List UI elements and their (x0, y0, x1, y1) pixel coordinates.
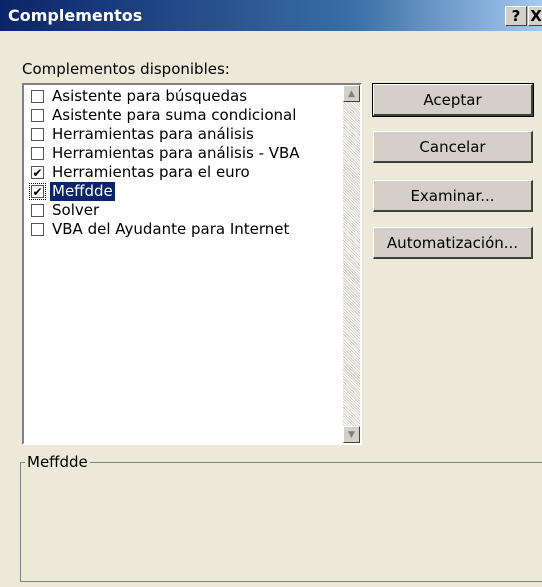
addins-listbox[interactable]: Asistente para búsquedas Asistente para s… (22, 83, 362, 445)
addin-checkbox[interactable] (31, 90, 44, 103)
checkmark-icon: ✔ (32, 184, 43, 199)
accept-button[interactable]: Aceptar (372, 83, 534, 117)
vertical-scrollbar[interactable]: ▲ ▼ (343, 85, 360, 443)
arrow-down-icon: ▼ (348, 429, 355, 440)
addin-checkbox[interactable]: ✔ (31, 166, 44, 179)
description-title: Meffdde (25, 453, 90, 471)
addin-label: VBA del Ayudante para Internet (52, 220, 290, 238)
addin-item[interactable]: Asistente para suma condicional (26, 106, 336, 125)
addin-label: Meffdde (50, 182, 115, 201)
checkmark-icon: ✔ (32, 165, 43, 180)
automation-button[interactable]: Automatización... (373, 227, 533, 259)
addin-checkbox[interactable] (31, 147, 44, 160)
window-title: Complementos (8, 6, 143, 25)
addin-label: Herramientas para análisis - VBA (52, 144, 300, 162)
addin-item[interactable]: Herramientas para análisis - VBA (26, 144, 336, 163)
cancel-button[interactable]: Cancelar (373, 131, 533, 163)
close-button[interactable]: X (528, 6, 542, 26)
browse-button[interactable]: Examinar... (373, 180, 533, 212)
available-addins-label: Complementos disponibles: (22, 60, 230, 78)
addin-label: Asistente para suma condicional (52, 106, 297, 124)
scroll-up-button[interactable]: ▲ (343, 85, 360, 102)
scroll-down-button[interactable]: ▼ (343, 426, 360, 443)
addins-list: Asistente para búsquedas Asistente para s… (26, 87, 336, 239)
arrow-up-icon: ▲ (348, 88, 355, 99)
title-bar[interactable]: Complementos ? X (0, 0, 542, 31)
addin-item[interactable]: ✔ Herramientas para el euro (26, 163, 336, 182)
addin-checkbox[interactable] (31, 223, 44, 236)
addin-checkbox[interactable] (31, 128, 44, 141)
addin-label: Herramientas para análisis (52, 125, 254, 143)
description-groupbox: Meffdde (20, 453, 542, 582)
addin-label: Asistente para búsquedas (52, 87, 248, 105)
addin-item[interactable]: Asistente para búsquedas (26, 87, 336, 106)
addin-item[interactable]: VBA del Ayudante para Internet (26, 220, 336, 239)
addin-item[interactable]: Solver (26, 201, 336, 220)
addin-label: Solver (52, 201, 100, 219)
addin-item[interactable]: ✔ Meffdde (26, 182, 336, 201)
addin-checkbox[interactable]: ✔ (29, 183, 46, 200)
addin-label: Herramientas para el euro (52, 163, 250, 181)
addin-checkbox[interactable] (31, 109, 44, 122)
addin-checkbox[interactable] (31, 204, 44, 217)
addin-item[interactable]: Herramientas para análisis (26, 125, 336, 144)
help-button[interactable]: ? (505, 6, 527, 26)
